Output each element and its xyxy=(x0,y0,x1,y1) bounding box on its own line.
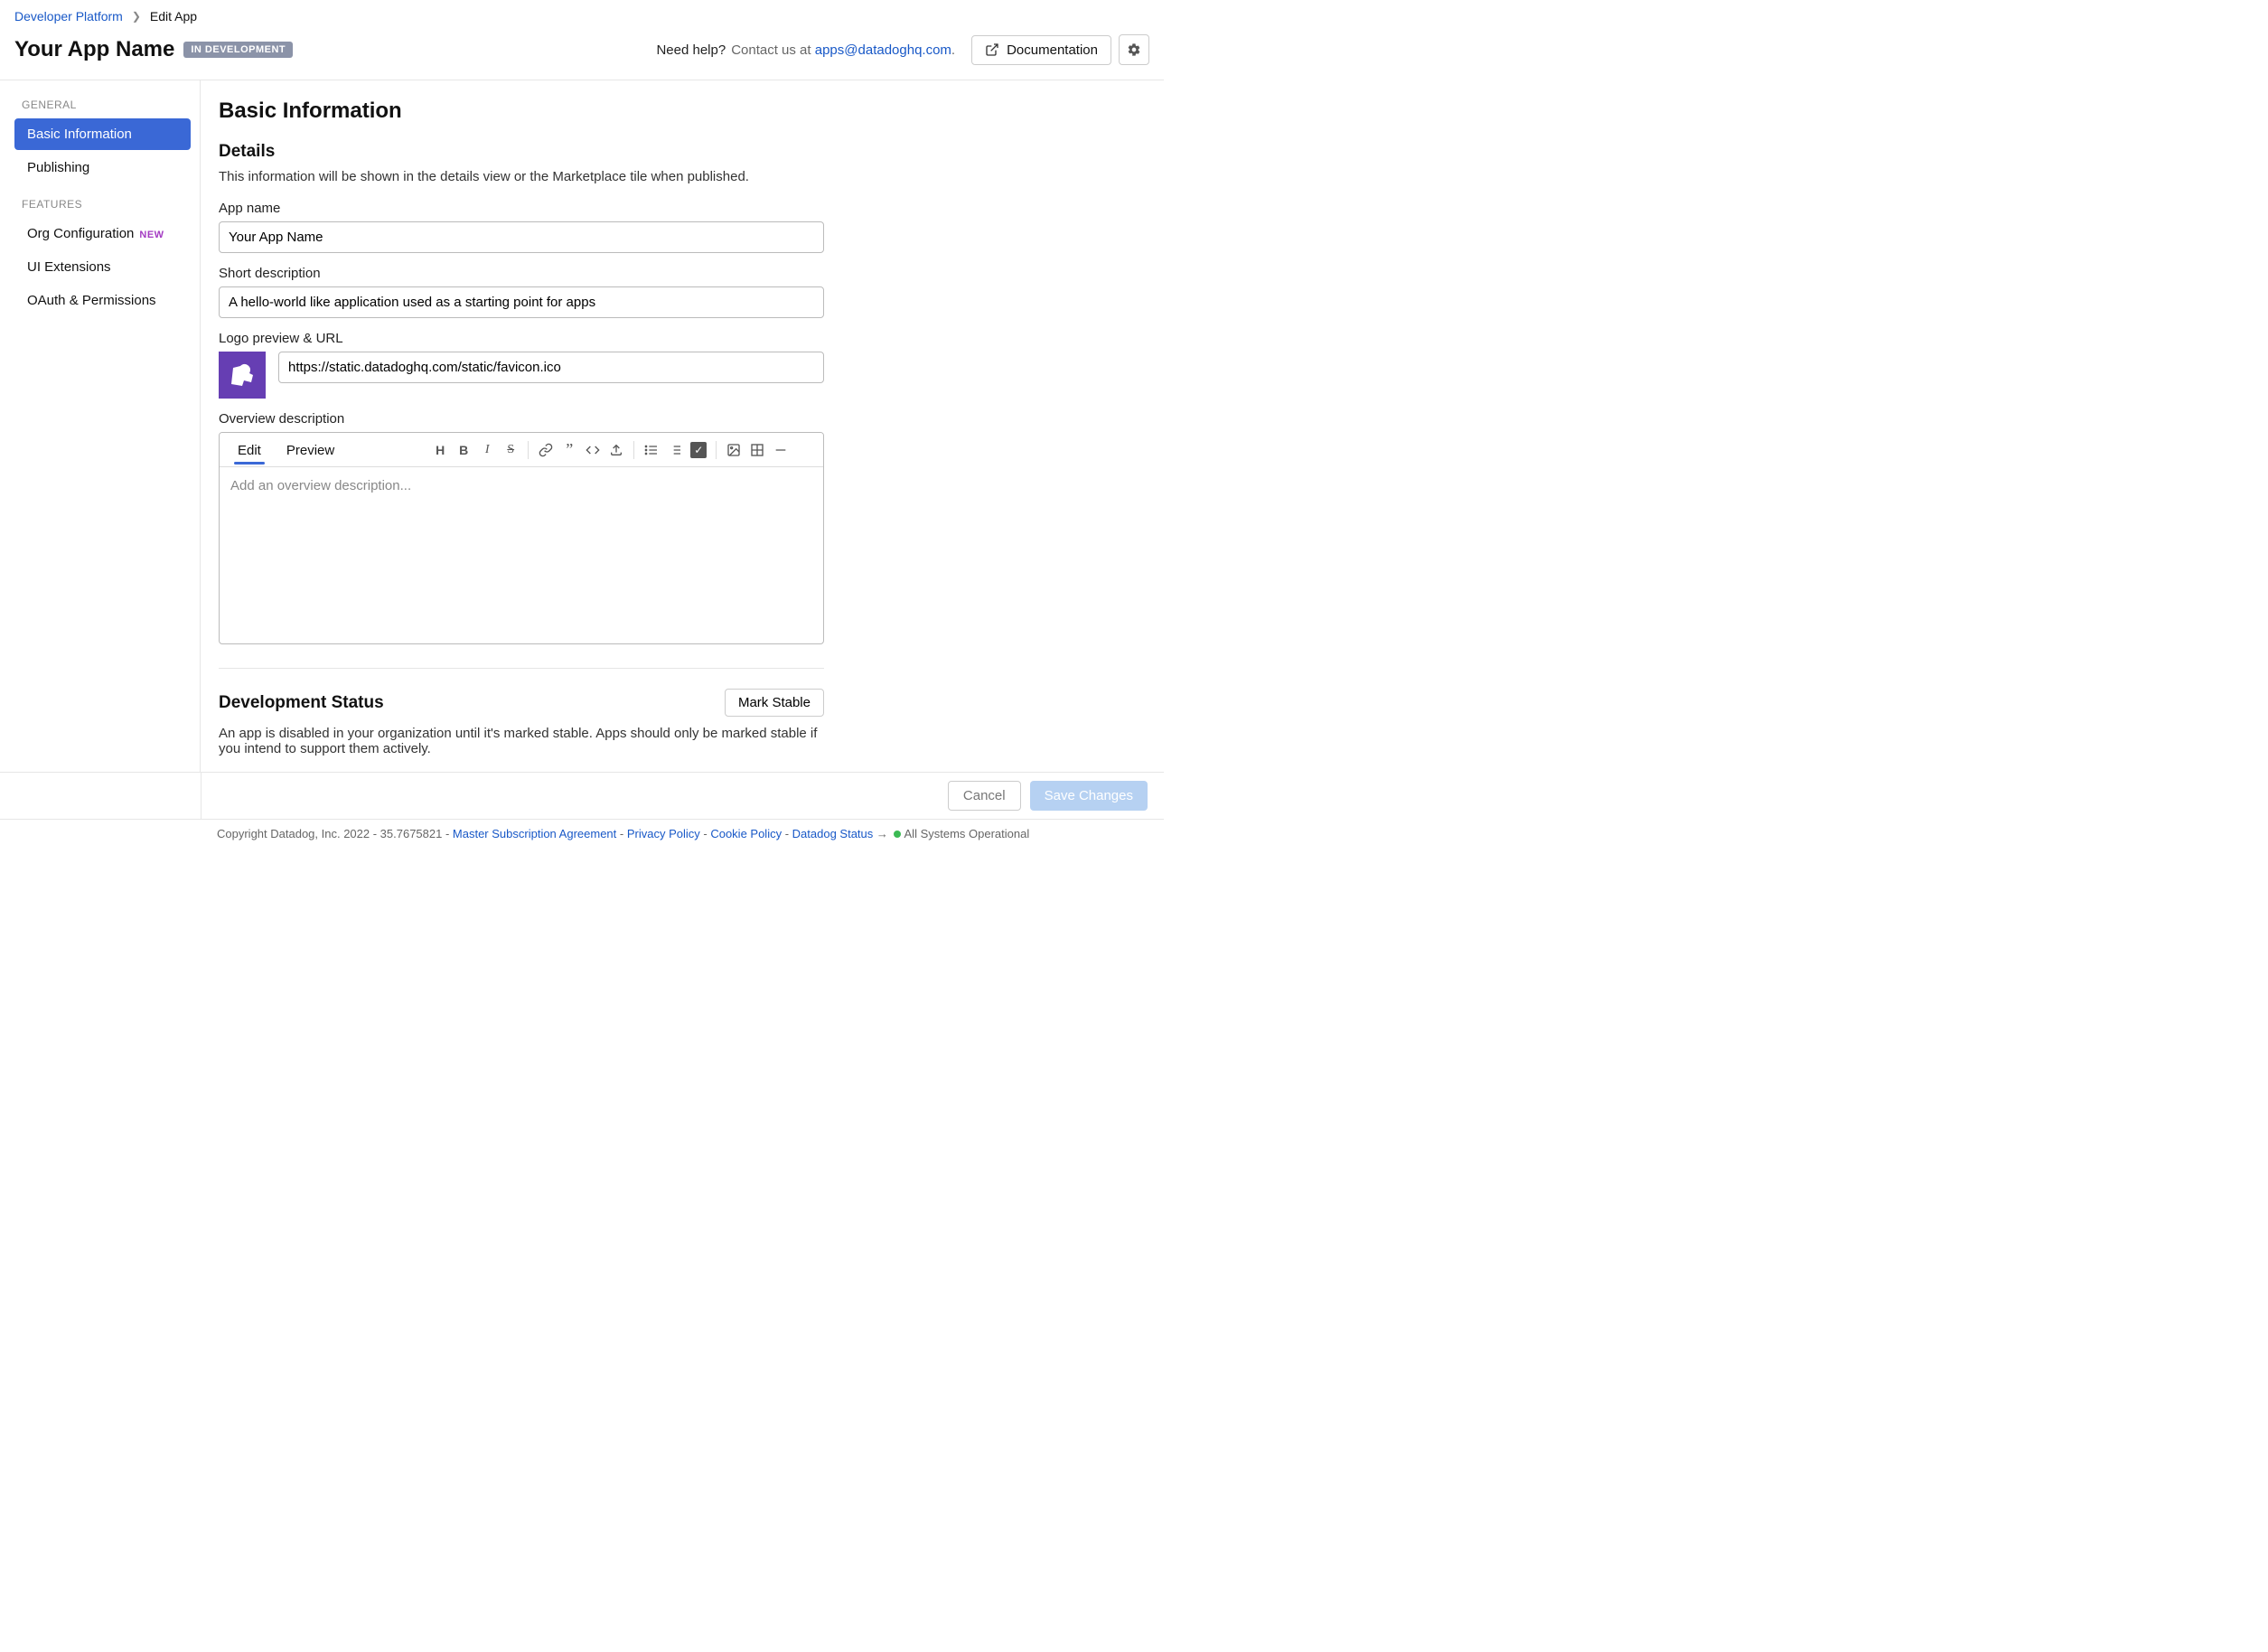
short-desc-label: Short description xyxy=(219,266,824,281)
header-row: Your App Name IN DEVELOPMENT Need help? … xyxy=(0,29,1164,80)
status-badge: IN DEVELOPMENT xyxy=(183,42,293,58)
heading-icon[interactable]: H xyxy=(428,438,452,462)
app-name-label: App name xyxy=(219,201,824,216)
link-icon[interactable] xyxy=(534,438,558,462)
footer-link-msa[interactable]: Master Subscription Agreement xyxy=(453,827,616,840)
footer-link-privacy[interactable]: Privacy Policy xyxy=(627,827,700,840)
bullet-list-icon[interactable] xyxy=(640,438,663,462)
table-icon[interactable] xyxy=(745,438,769,462)
overview-textarea[interactable]: Add an overview description... xyxy=(220,467,823,643)
new-badge: NEW xyxy=(139,230,164,240)
logo-preview xyxy=(219,352,266,399)
logo-label: Logo preview & URL xyxy=(219,331,824,346)
footer: Copyright Datadog, Inc. 2022 - 35.767582… xyxy=(0,819,1164,848)
mark-stable-button[interactable]: Mark Stable xyxy=(725,689,824,717)
horizontal-rule-icon[interactable] xyxy=(769,438,792,462)
details-heading: Details xyxy=(219,142,824,162)
settings-button[interactable] xyxy=(1119,34,1149,65)
save-button[interactable]: Save Changes xyxy=(1030,781,1148,811)
chevron-right-icon: ❯ xyxy=(132,10,141,23)
image-icon[interactable] xyxy=(722,438,745,462)
sidebar-heading-general: GENERAL xyxy=(22,99,191,111)
footer-link-dd-status[interactable]: Datadog Status xyxy=(792,827,874,840)
cancel-button[interactable]: Cancel xyxy=(948,781,1021,811)
dev-status-description: An app is disabled in your organization … xyxy=(219,726,824,756)
sidebar-item-publishing[interactable]: Publishing xyxy=(14,152,191,183)
upload-icon[interactable] xyxy=(604,438,628,462)
contact-email-link[interactable]: apps@datadoghq.com xyxy=(815,42,951,58)
footer-status-text: All Systems Operational xyxy=(904,827,1030,840)
editor-tab-preview[interactable]: Preview xyxy=(274,436,347,465)
logo-url-input[interactable] xyxy=(278,352,824,383)
documentation-button[interactable]: Documentation xyxy=(971,35,1111,65)
action-bar: Cancel Save Changes xyxy=(0,772,1164,819)
contact-text: Contact us at apps@datadoghq.com. xyxy=(731,42,955,58)
content-area: Basic Information Details This informati… xyxy=(201,80,1164,778)
strikethrough-icon[interactable]: S xyxy=(499,438,522,462)
dev-status-heading: Development Status xyxy=(219,693,384,713)
bold-icon[interactable]: B xyxy=(452,438,475,462)
sidebar-item-oauth-permissions[interactable]: OAuth & Permissions xyxy=(14,285,191,316)
footer-copyright: Copyright Datadog, Inc. 2022 - 35.767582… xyxy=(217,827,442,840)
status-dot-icon xyxy=(894,831,901,838)
sidebar: GENERAL Basic Information Publishing FEA… xyxy=(0,80,201,778)
details-description: This information will be shown in the de… xyxy=(219,169,824,184)
gear-icon xyxy=(1127,42,1141,57)
editor-tab-edit[interactable]: Edit xyxy=(225,436,274,465)
help-label: Need help? xyxy=(656,42,726,58)
checklist-icon[interactable]: ✓ xyxy=(687,438,710,462)
italic-icon[interactable]: I xyxy=(475,438,499,462)
breadcrumb: Developer Platform ❯ Edit App xyxy=(0,0,1164,29)
sidebar-heading-features: FEATURES xyxy=(22,198,191,211)
numbered-list-icon[interactable] xyxy=(663,438,687,462)
code-icon[interactable] xyxy=(581,438,604,462)
editor-toolbar: Edit Preview H B I S ” ✓ xyxy=(220,433,823,467)
sidebar-item-org-configuration[interactable]: Org ConfigurationNEW xyxy=(14,218,191,249)
short-desc-input[interactable] xyxy=(219,286,824,318)
external-link-icon xyxy=(985,42,999,57)
app-name-input[interactable] xyxy=(219,221,824,253)
divider xyxy=(219,668,824,669)
overview-label: Overview description xyxy=(219,411,824,427)
page-title: Your App Name xyxy=(14,37,174,62)
sidebar-item-ui-extensions[interactable]: UI Extensions xyxy=(14,251,191,283)
datadog-logo-icon xyxy=(224,357,260,393)
overview-editor: Edit Preview H B I S ” ✓ xyxy=(219,432,824,644)
breadcrumb-root-link[interactable]: Developer Platform xyxy=(14,9,123,23)
section-title: Basic Information xyxy=(219,99,824,124)
quote-icon[interactable]: ” xyxy=(558,438,581,462)
breadcrumb-current: Edit App xyxy=(150,9,197,23)
footer-link-cookie[interactable]: Cookie Policy xyxy=(710,827,782,840)
sidebar-item-basic-information[interactable]: Basic Information xyxy=(14,118,191,150)
